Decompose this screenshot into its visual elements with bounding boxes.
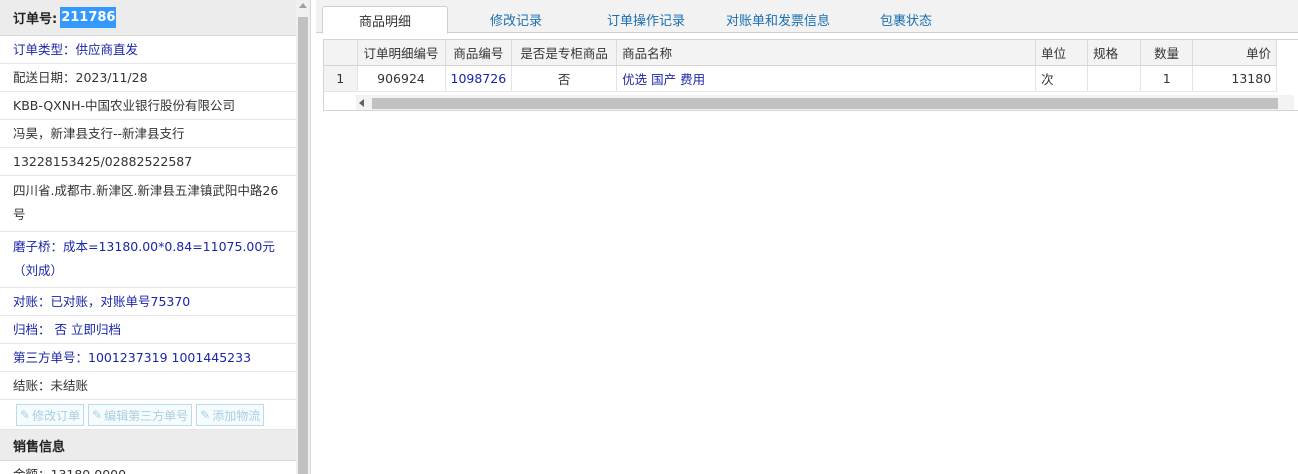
archive-status[interactable]: 归档： 否 立即归档: [0, 316, 296, 344]
product-name-link[interactable]: 优选 国产 费用: [616, 65, 1037, 92]
edit-order-button[interactable]: ✎ 修改订单: [16, 404, 85, 426]
column-header[interactable]: 数量: [1140, 40, 1194, 66]
cost-note: 磨子桥：成本=13180.00*0.84=11075.00元（刘成）: [0, 232, 296, 288]
row-number: 1: [324, 65, 358, 92]
column-header[interactable]: 订单明细编号: [357, 40, 446, 66]
column-header[interactable]: 是否是专柜商品: [511, 40, 618, 66]
order-info-panel: 订单号: 211786 订单类型：供应商直发 配送日期：2023/11/28 K…: [0, 0, 311, 474]
table-row[interactable]: 1 906924 1098726 否 优选 国产 费用 次 1 13180: [324, 65, 1278, 92]
tab-operation-log[interactable]: 订单操作记录: [584, 6, 708, 33]
order-number-header: 订单号: 211786: [0, 0, 296, 36]
edit-icon: ✎: [92, 408, 103, 422]
product-table: 订单明细编号 商品编号 是否是专柜商品 商品名称 单位 规格 数量 单价 1 9…: [324, 40, 1278, 92]
reconcile-status: 对账：已对账，对账单号75370: [0, 288, 296, 316]
unit-cell: 次: [1035, 65, 1089, 92]
left-vertical-scrollbar[interactable]: [296, 0, 310, 474]
phone-numbers: 13228153425/02882522587: [0, 148, 296, 176]
column-header[interactable]: 商品编号: [445, 40, 513, 66]
edit-order-label: 修改订单: [32, 408, 81, 423]
tab-package-status[interactable]: 包裹状态: [864, 6, 948, 33]
column-header[interactable]: 单价: [1192, 40, 1278, 66]
detail-id-cell: 906924: [357, 65, 446, 92]
product-id-link[interactable]: 1098726: [445, 65, 513, 92]
scroll-thumb[interactable]: [372, 98, 1278, 109]
settlement-status: 结账：未结账: [0, 372, 296, 400]
order-number-label: 订单号:: [13, 12, 58, 27]
order-number-value[interactable]: 211786: [60, 7, 117, 28]
third-party-numbers: 第三方单号：1001237319 1001445233: [0, 344, 296, 372]
add-logistics-button[interactable]: ✎ 添加物流: [196, 404, 265, 426]
edit-icon: ✎: [20, 408, 31, 422]
sales-section-title: 销售信息: [0, 430, 296, 461]
grid-horizontal-scrollbar[interactable]: [356, 95, 1294, 110]
delivery-address: 四川省.成都市.新津区.新津县五津镇武阳中路26号: [0, 176, 296, 232]
tab-product-details[interactable]: 商品明细: [322, 6, 448, 34]
tab-modification-log[interactable]: 修改记录: [458, 6, 574, 33]
order-action-bar: ✎ 修改订单 ✎ 编辑第三方单号 ✎ 添加物流: [0, 400, 296, 430]
scroll-thumb[interactable]: [298, 17, 308, 474]
edit-icon: ✎: [200, 408, 211, 422]
customer-name: KBB-QXNH-中国农业银行股份有限公司: [0, 92, 296, 120]
tab-bar: 商品明细 修改记录 订单操作记录 对账单和发票信息 包裹状态: [316, 0, 1298, 34]
contact-info: 冯昊，新津县支行--新津县支行: [0, 120, 296, 148]
scroll-up-icon[interactable]: [299, 3, 307, 8]
product-grid: 订单明细编号 商品编号 是否是专柜商品 商品名称 单位 规格 数量 单价 1 9…: [323, 39, 1298, 111]
tab-statement-invoice[interactable]: 对账单和发票信息: [718, 6, 838, 33]
spec-cell: [1087, 65, 1142, 92]
table-header-row: 订单明细编号 商品编号 是否是专柜商品 商品名称 单位 规格 数量 单价: [324, 40, 1278, 66]
edit-third-party-button[interactable]: ✎ 编辑第三方单号: [88, 404, 193, 426]
scroll-left-icon[interactable]: [359, 99, 364, 107]
delivery-date: 配送日期：2023/11/28: [0, 64, 296, 92]
column-header[interactable]: 商品名称: [616, 40, 1037, 66]
quantity-cell: 1: [1140, 65, 1194, 92]
unit-price-cell: 13180: [1192, 65, 1278, 92]
column-header[interactable]: 单位: [1035, 40, 1089, 66]
add-logistics-label: 添加物流: [212, 408, 261, 423]
detail-panel: 商品明细 修改记录 订单操作记录 对账单和发票信息 包裹状态 订单明细编号 商品…: [316, 0, 1298, 474]
sales-amount: 金额：13180.0000: [0, 461, 296, 474]
order-type: 订单类型：供应商直发: [0, 36, 296, 64]
column-header[interactable]: 规格: [1087, 40, 1142, 66]
edit-third-party-label: 编辑第三方单号: [104, 408, 189, 423]
counter-product-cell: 否: [511, 65, 618, 92]
column-header-rownum: [324, 40, 358, 66]
